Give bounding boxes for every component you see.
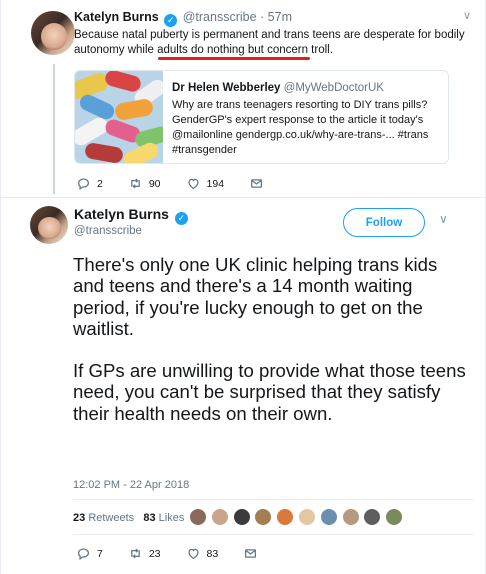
tweet2-text: There's only one UK clinic helping trans… <box>73 254 473 445</box>
reply-icon <box>77 548 90 560</box>
chevron-down-icon[interactable]: ∨ <box>463 9 471 22</box>
tweet2-paragraph: If GPs are unwilling to provide what tho… <box>73 360 466 424</box>
envelope-icon <box>245 549 257 558</box>
avatar[interactable] <box>189 508 207 526</box>
quoted-tweet-card[interactable]: Dr Helen Webberley @MyWebDoctorUK Why ar… <box>74 70 449 164</box>
tweet2-actions: 7 23 83 <box>77 547 290 560</box>
quoted-tweet-text: Why are trans teenagers resorting to DIY… <box>172 99 429 156</box>
likes-stat[interactable]: 83 Likes <box>143 512 184 524</box>
tweet-thread: Katelyn Burns ✓ @transscribe · 57m ∨ Bec… <box>0 0 486 574</box>
retweet-count: 23 <box>148 547 161 560</box>
retweet-button[interactable]: 23 <box>129 547 161 560</box>
avatar[interactable] <box>254 508 273 526</box>
author-name[interactable]: Katelyn Burns <box>74 10 159 24</box>
like-button[interactable]: 194 <box>187 177 225 190</box>
chevron-down-icon[interactable]: ∨ <box>439 212 448 226</box>
retweet-icon <box>131 548 140 559</box>
quoted-author-name: Dr Helen Webberley <box>172 82 281 94</box>
avatar[interactable] <box>297 508 316 526</box>
direct-message-button[interactable] <box>250 177 270 190</box>
divider <box>73 534 473 535</box>
heart-icon <box>187 548 199 560</box>
avatar[interactable] <box>363 508 382 526</box>
avatar[interactable] <box>210 508 229 526</box>
avatar[interactable] <box>232 508 251 526</box>
tweet1-header: Katelyn Burns ✓ @transscribe · 57m <box>74 10 292 27</box>
avatar[interactable] <box>385 508 404 526</box>
divider <box>1 197 486 198</box>
reply-button[interactable]: 7 <box>77 547 103 560</box>
author-handle[interactable]: @transscribe <box>74 225 142 237</box>
like-count: 83 <box>206 547 219 560</box>
avatar[interactable] <box>31 11 75 55</box>
direct-message-button[interactable] <box>244 547 264 560</box>
like-count: 194 <box>206 177 225 190</box>
divider <box>73 499 473 500</box>
verified-badge-icon: ✓ <box>164 14 178 27</box>
tweet-timestamp[interactable]: 12:02 PM - 22 Apr 2018 <box>73 479 189 491</box>
follow-button[interactable]: Follow <box>343 208 425 237</box>
author-name-row: Katelyn Burns ✓ <box>74 206 190 225</box>
envelope-icon <box>251 179 263 188</box>
tweet1-actions: 2 90 194 <box>77 177 296 190</box>
tweet1-text: Because natal puberty is permanent and t… <box>74 29 465 56</box>
engagement-stats: 23 Retweets 83 Likes <box>73 512 184 524</box>
thread-connector <box>53 64 55 194</box>
author-handle[interactable]: @transscribe <box>183 10 257 24</box>
avatar[interactable] <box>276 508 295 526</box>
reply-button[interactable]: 2 <box>77 177 103 190</box>
tweet2-paragraph: There's only one UK clinic helping trans… <box>73 254 438 339</box>
reply-count: 7 <box>97 547 103 560</box>
red-underline-annotation <box>158 57 310 60</box>
verified-badge-icon: ✓ <box>174 212 188 225</box>
retweet-icon <box>131 178 140 189</box>
reply-count: 2 <box>97 177 103 190</box>
retweet-count: 90 <box>148 177 161 190</box>
pills-thumbnail-image <box>75 71 163 163</box>
avatar[interactable] <box>319 508 338 526</box>
tweet-time[interactable]: 57m <box>268 10 292 24</box>
heart-icon <box>187 178 199 190</box>
quoted-author-handle: @MyWebDoctorUK <box>283 82 384 94</box>
author-name[interactable]: Katelyn Burns <box>74 206 169 222</box>
avatar[interactable] <box>30 206 68 244</box>
retweets-stat[interactable]: 23 Retweets <box>73 512 134 524</box>
like-button[interactable]: 83 <box>187 547 219 560</box>
avatar[interactable] <box>341 508 360 526</box>
retweet-button[interactable]: 90 <box>129 177 161 190</box>
quoted-tweet-header: Dr Helen Webberley @MyWebDoctorUK <box>172 82 384 94</box>
liker-avatars <box>189 508 407 526</box>
reply-icon <box>77 178 90 190</box>
